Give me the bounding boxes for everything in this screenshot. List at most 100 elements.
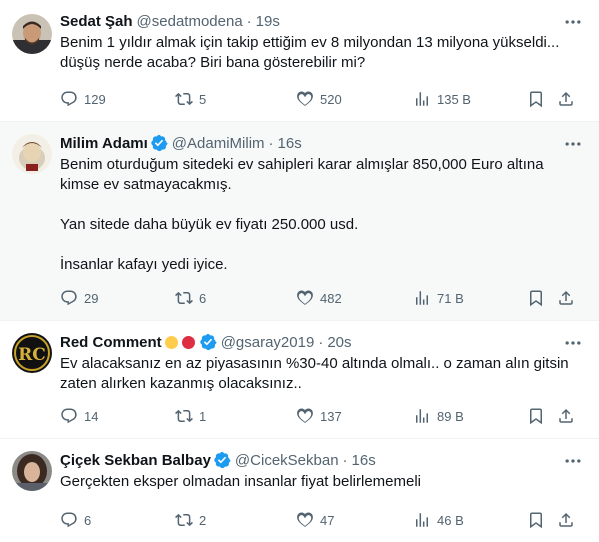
- tweet-text: Benim oturduğum sitedeki ev sahipleri ka…: [60, 156, 544, 273]
- like-button[interactable]: 520: [296, 89, 342, 109]
- retweet-count: 1: [199, 408, 207, 424]
- verified-badge-icon: [214, 451, 231, 469]
- tweet-text: Benim 1 yıldır almak için takip ettiğim …: [60, 34, 560, 71]
- retweet-button[interactable]: 6: [175, 288, 206, 308]
- retweet-icon: [175, 291, 193, 305]
- more-options-icon[interactable]: [563, 134, 583, 154]
- tweet[interactable]: Çiçek Sekban Balbay @CicekSekban · 16s G…: [0, 439, 599, 542]
- separator-dot: ·: [342, 451, 348, 469]
- avatar[interactable]: [12, 14, 52, 54]
- reply-icon: [61, 290, 77, 306]
- like-button[interactable]: 137: [296, 406, 342, 426]
- timestamp[interactable]: 16s: [278, 135, 302, 152]
- like-count: 137: [320, 408, 342, 424]
- share-button[interactable]: [557, 406, 575, 426]
- reply-count: 14: [84, 408, 99, 424]
- reply-button[interactable]: 14: [60, 406, 98, 426]
- bookmark-button[interactable]: [527, 288, 545, 308]
- heart-icon: [297, 290, 313, 305]
- retweet-count: 6: [199, 290, 207, 306]
- share-icon: [559, 290, 573, 305]
- verified-badge-icon: [199, 333, 217, 351]
- author-handle[interactable]: @sedatmodena: [137, 13, 243, 30]
- more-options-icon[interactable]: [563, 12, 583, 32]
- views-button[interactable]: 71 B: [413, 288, 464, 308]
- retweet-count: 2: [199, 512, 207, 528]
- retweet-button[interactable]: 1: [175, 406, 206, 426]
- separator-dot: ·: [268, 134, 274, 152]
- reply-button[interactable]: 6: [60, 510, 91, 530]
- share-button[interactable]: [557, 89, 575, 109]
- share-icon: [559, 91, 573, 106]
- views-button[interactable]: 135 B: [413, 89, 471, 109]
- view-count: 71 B: [437, 290, 464, 306]
- view-count: 46 B: [437, 512, 464, 528]
- like-button[interactable]: 482: [296, 288, 342, 308]
- bookmark-button[interactable]: [527, 89, 545, 109]
- tweet-text: Ev alacaksanız en az piyasasının %30-40 …: [60, 355, 569, 392]
- retweet-icon: [175, 409, 193, 423]
- avatar[interactable]: [12, 134, 52, 174]
- verified-badge-icon: [151, 134, 168, 152]
- tweet-actions: 129 5 520 135 B: [60, 89, 583, 109]
- retweet-button[interactable]: 2: [175, 510, 206, 530]
- tweet-actions: 14 1 137 89 B: [60, 406, 583, 426]
- author-handle[interactable]: @AdamiMilim: [172, 135, 265, 152]
- reply-count: 29: [84, 290, 99, 306]
- retweet-count: 5: [199, 91, 207, 107]
- analytics-icon: [416, 513, 428, 527]
- reply-icon: [61, 408, 77, 424]
- author-handle[interactable]: @gsaray2019: [221, 334, 315, 351]
- reply-icon: [61, 91, 77, 107]
- bookmark-icon: [530, 512, 542, 529]
- retweet-icon: [175, 513, 193, 527]
- timestamp[interactable]: 19s: [256, 13, 280, 30]
- like-button[interactable]: 47: [296, 510, 334, 530]
- more-options-icon[interactable]: [563, 333, 583, 353]
- tweet[interactable]: Milim Adamı @AdamiMilim · 16s Benim otur…: [0, 122, 599, 321]
- avatar[interactable]: [12, 451, 52, 491]
- share-button[interactable]: [557, 510, 575, 530]
- view-count: 135 B: [437, 91, 471, 107]
- bookmark-button[interactable]: [527, 406, 545, 426]
- yellow-circle-icon: [164, 335, 178, 349]
- more-options-icon[interactable]: [563, 451, 583, 471]
- share-icon: [559, 408, 573, 423]
- like-count: 482: [320, 290, 342, 306]
- analytics-icon: [416, 409, 428, 423]
- timestamp[interactable]: 16s: [352, 452, 376, 469]
- like-count: 47: [320, 512, 335, 528]
- tweet[interactable]: Sedat Şah @sedatmodena · 19s Benim 1 yıl…: [0, 0, 599, 122]
- heart-icon: [297, 91, 313, 106]
- tweet[interactable]: RC Red Comment @gsaray2019 · 20s Ev alac…: [0, 321, 599, 439]
- bookmark-icon: [530, 290, 542, 307]
- bookmark-button[interactable]: [527, 510, 545, 530]
- svg-text:RC: RC: [18, 345, 46, 365]
- tweet-actions: 6 2 47 46 B: [60, 510, 583, 530]
- views-button[interactable]: 89 B: [413, 406, 464, 426]
- retweet-icon: [175, 92, 193, 106]
- reply-button[interactable]: 29: [60, 288, 98, 308]
- separator-dot: ·: [246, 12, 252, 30]
- timestamp[interactable]: 20s: [327, 334, 351, 351]
- author-handle[interactable]: @CicekSekban: [235, 452, 339, 469]
- views-button[interactable]: 46 B: [413, 510, 464, 530]
- tweet-actions: 29 6 482 71 B: [60, 288, 583, 308]
- reply-icon: [61, 512, 77, 528]
- reply-button[interactable]: 129: [60, 89, 106, 109]
- reply-count: 6: [84, 512, 92, 528]
- analytics-icon: [416, 92, 428, 106]
- author-name[interactable]: Red Comment: [60, 334, 162, 351]
- avatar[interactable]: RC: [12, 333, 52, 373]
- tweet-text: Gerçekten eksper olmadan insanlar fiyat …: [60, 473, 421, 490]
- view-count: 89 B: [437, 408, 464, 424]
- heart-icon: [297, 512, 313, 527]
- share-icon: [559, 512, 573, 527]
- heart-icon: [297, 408, 313, 423]
- author-name[interactable]: Çiçek Sekban Balbay: [60, 452, 211, 469]
- author-name[interactable]: Milim Adamı: [60, 135, 148, 152]
- author-name[interactable]: Sedat Şah: [60, 13, 133, 30]
- share-button[interactable]: [557, 288, 575, 308]
- separator-dot: ·: [318, 333, 324, 351]
- retweet-button[interactable]: 5: [175, 89, 206, 109]
